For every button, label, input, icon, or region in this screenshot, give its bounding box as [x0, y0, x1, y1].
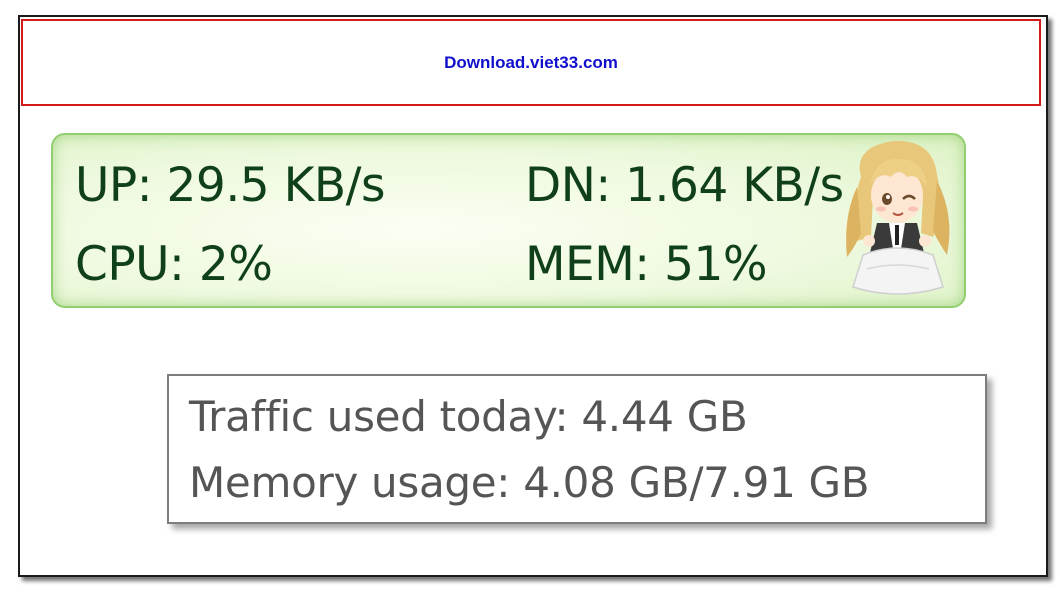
traffic-used-today: Traffic used today: 4.44 GB	[189, 392, 748, 441]
cpu-usage: CPU: 2%	[75, 237, 273, 292]
download-speed: DN: 1.64 KB/s	[525, 158, 844, 213]
network-monitor-widget[interactable]: UP: 29.5 KB/s DN: 1.64 KB/s CPU: 2% MEM:…	[51, 133, 966, 308]
watermark-banner: Download.viet33.com	[21, 19, 1041, 106]
usage-tooltip: Traffic used today: 4.44 GB Memory usage…	[167, 374, 987, 524]
watermark-text: Download.viet33.com	[444, 52, 618, 72]
memory-usage-percent: MEM: 51%	[525, 237, 768, 292]
anime-girl-mascot-icon	[846, 140, 950, 295]
upload-speed: UP: 29.5 KB/s	[75, 158, 386, 213]
memory-usage-detail: Memory usage: 4.08 GB/7.91 GB	[189, 458, 870, 507]
